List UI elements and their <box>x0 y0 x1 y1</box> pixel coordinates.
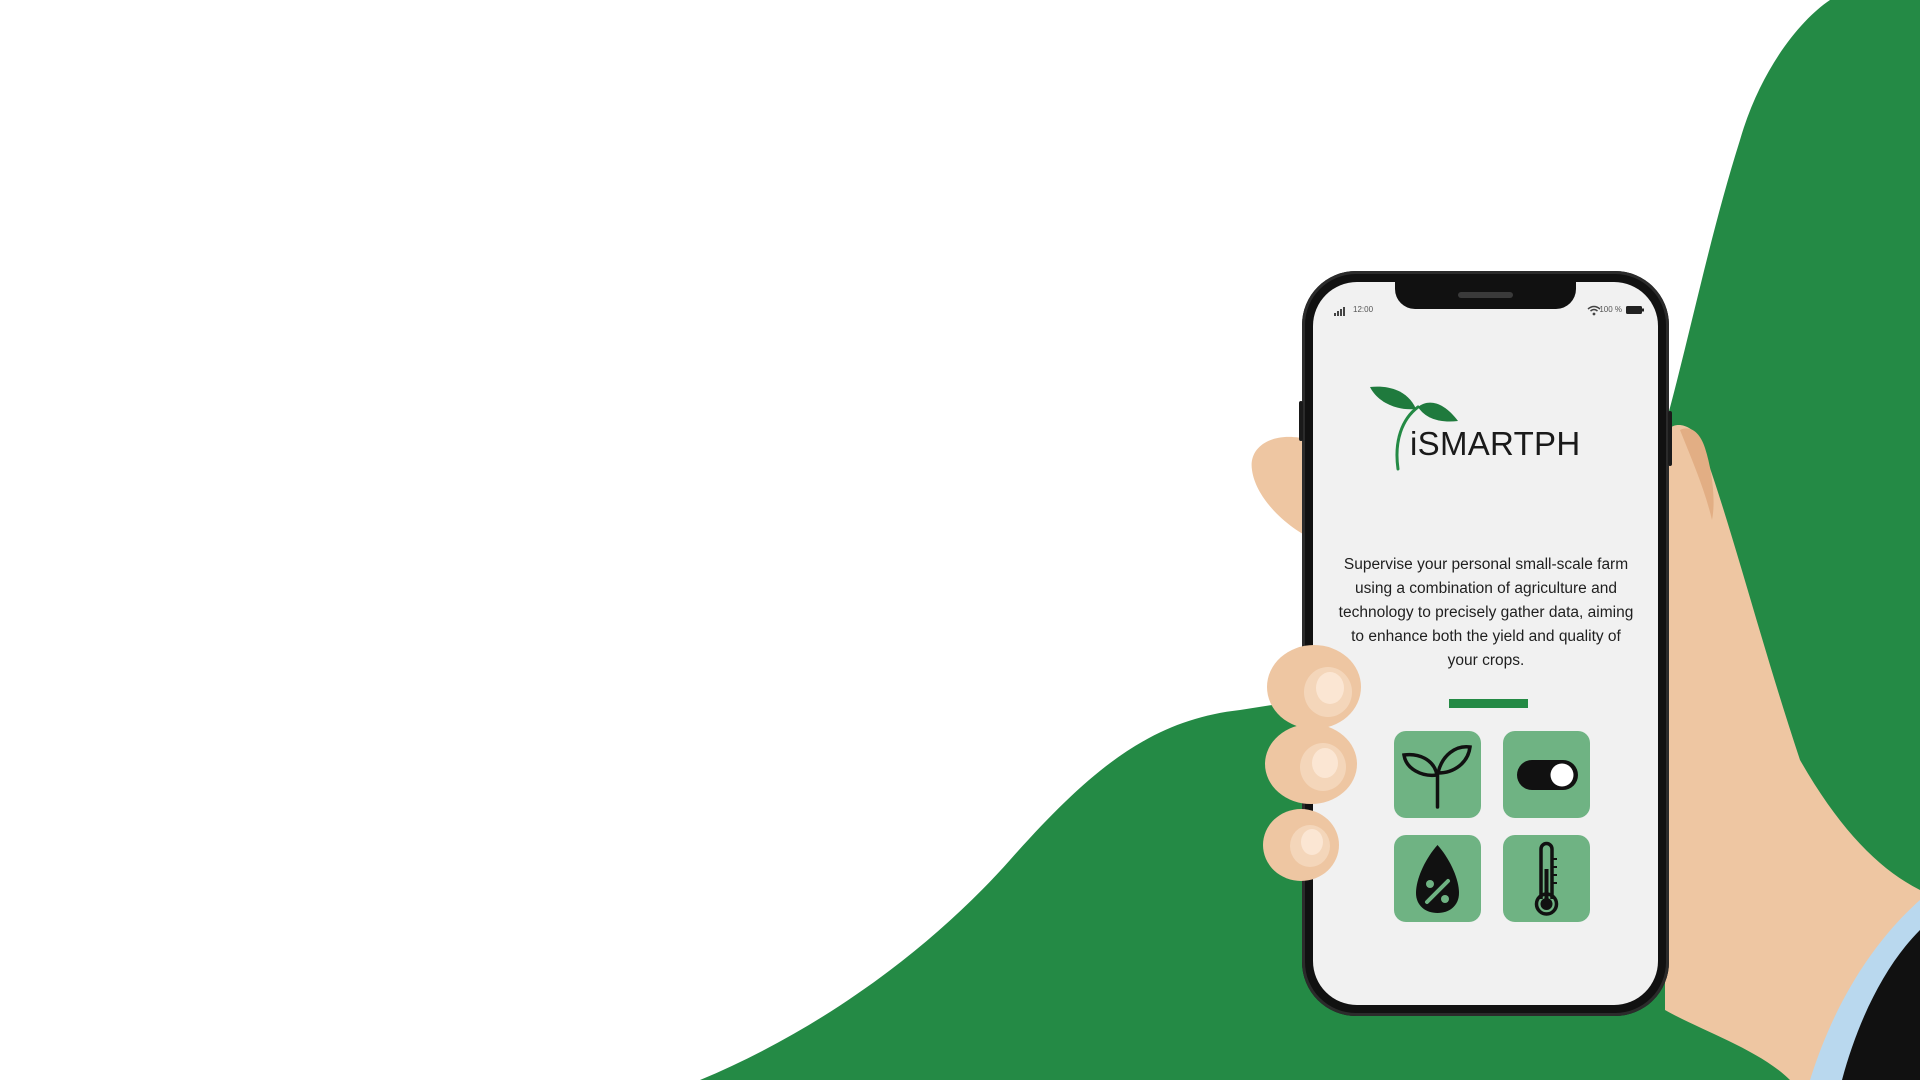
landing-scene: 12:00 100 % iSMARTPH Supervise your pers… <box>0 0 1920 1080</box>
hand-fingers <box>1263 645 1361 881</box>
